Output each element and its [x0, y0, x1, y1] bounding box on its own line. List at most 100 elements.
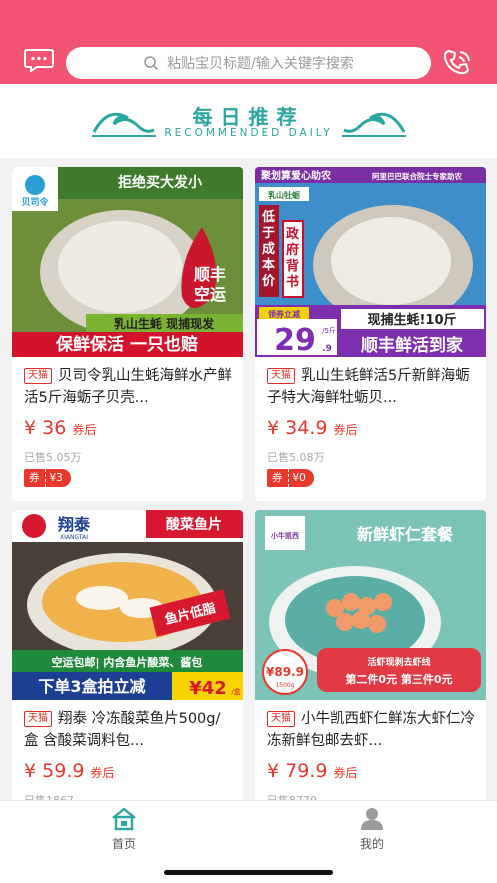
coupon-value: ¥3: [44, 469, 71, 487]
product-image[interactable]: 小牛凯西 新鲜虾仁套餐 ¥89.9 1500g 活虾现剥去虾线 第二件0元 第三…: [255, 510, 486, 700]
section-title: 每日推荐: [192, 105, 305, 129]
price-suffix: 券后: [333, 766, 358, 780]
product-card[interactable]: 贝司令 拒绝买大发小 顺丰空运 乳山生蚝 现捕现发 保鲜保活 一只也赔 天猫 贝司…: [12, 167, 243, 501]
image-top-right: 新鲜虾仁套餐: [357, 525, 454, 544]
product-image[interactable]: 贝司令 拒绝买大发小 顺丰空运 乳山生蚝 现捕现发 保鲜保活 一只也赔: [12, 167, 243, 357]
brand-logo-text: 小牛凯西: [270, 531, 299, 540]
side-char: 低: [261, 209, 275, 225]
image-badge: 顺丰空运: [194, 265, 226, 304]
product-title[interactable]: 天猫 贝司令乳山生蚝海鲜水产鲜活5斤海蛎子贝壳...: [24, 365, 234, 409]
image-pill-2: 第二件0元 第三件0元: [345, 672, 452, 686]
image-top-banner: 聚划算爱心助农: [260, 169, 331, 182]
product-title-text: 贝司令乳山生蚝海鲜水产鲜活5斤海蛎子贝壳...: [24, 368, 232, 406]
image-top-right: 阿里巴巴联合院士专家助农: [372, 171, 462, 181]
price-suffix: 券后: [72, 423, 97, 437]
stamp-char: 书: [286, 274, 299, 290]
badge-line: 顺丰: [194, 265, 226, 284]
tmall-tag: 天猫: [267, 711, 295, 727]
price-value: 34.9: [285, 417, 328, 439]
brand-logo-en: XIANGTAI: [60, 534, 88, 541]
image-price-tag: ¥42: [189, 678, 227, 699]
badge-line: 空运: [194, 285, 226, 304]
brand-logo-text: 翔泰: [57, 515, 91, 534]
tmall-tag: 天猫: [267, 368, 295, 384]
top-bar: 粘贴宝贝标题/输入关键字搜索: [0, 0, 497, 84]
image-strip: 空运包邮| 内含鱼片酸菜、酱包: [52, 655, 203, 669]
product-card[interactable]: 翔泰 XIANGTAI 酸菜鱼片 鱼片低脂 空运包邮| 内含鱼片酸菜、酱包 下单…: [12, 510, 243, 802]
search-placeholder: 粘贴宝贝标题/输入关键字搜索: [167, 56, 354, 72]
price-symbol: ¥: [24, 417, 37, 439]
tab-home-label: 首页: [111, 837, 136, 851]
coupon-label: 券: [267, 469, 288, 487]
section-subtitle: RECOMMENDED DAILY: [164, 127, 333, 139]
side-char: 于: [262, 226, 275, 241]
tab-mine-label: 我的: [359, 837, 384, 851]
product-title-text: 小牛凯西虾仁鲜冻大虾仁冷冻新鲜包邮去虾...: [267, 711, 475, 749]
stamp-char: 政: [286, 226, 300, 242]
coupon-badge[interactable]: 券 ¥3: [24, 469, 71, 487]
image-label: 乳山生蚝 现捕现发: [114, 316, 215, 331]
stamp-char: 府: [286, 242, 299, 258]
sold-count: 已售5.08万: [267, 451, 325, 464]
image-unit: /5斤: [322, 326, 336, 335]
product-price: ¥ 79.9 券后: [267, 760, 357, 782]
tab-mine[interactable]: 我的: [332, 807, 412, 852]
image-top-right: 酸菜鱼片: [166, 516, 222, 533]
product-price: ¥ 34.9 券后: [267, 417, 357, 439]
side-char: 本: [262, 257, 275, 273]
tab-home[interactable]: 首页: [84, 807, 164, 852]
sold-count: 已售5.05万: [24, 451, 82, 464]
price-symbol: ¥: [267, 760, 280, 782]
product-title-text: 翔泰 冷冻酸菜鱼片500g/盒 含酸菜调料包...: [24, 711, 221, 749]
coupon-value: ¥0: [287, 469, 314, 487]
image-price-badge-sub: 1500g: [275, 682, 294, 689]
image-big-price: 29: [274, 323, 316, 357]
image-slogan: 现捕生蚝!10斤: [367, 312, 456, 328]
price-suffix: 券后: [333, 423, 358, 437]
home-icon: [112, 807, 136, 831]
image-big-price-dec: .9: [322, 344, 332, 354]
image-top-banner: 拒绝买大发小: [118, 174, 202, 191]
product-price: ¥ 36 券后: [24, 417, 96, 439]
chat-bubble-icon[interactable]: [24, 48, 54, 72]
product-card[interactable]: 小牛凯西 新鲜虾仁套餐 ¥89.9 1500g 活虾现剥去虾线 第二件0元 第三…: [255, 510, 486, 802]
price-value: 79.9: [285, 760, 328, 782]
image-pill-1: 活虾现剥去虾线: [367, 656, 430, 668]
side-char: 成: [262, 241, 275, 257]
side-char: 价: [262, 274, 276, 289]
daily-recommended-header: 每日推荐 RECOMMENDED DAILY: [0, 84, 497, 158]
tmall-tag: 天猫: [24, 368, 52, 384]
search-input[interactable]: 粘贴宝贝标题/输入关键字搜索: [66, 47, 431, 79]
tmall-tag: 天猫: [24, 711, 52, 727]
product-card[interactable]: 聚划算爱心助农 阿里巴巴联合院士专家助农 乳山牡蛎 低于成本价 政府背书 领券立…: [255, 167, 486, 501]
home-indicator: [164, 870, 333, 875]
search-icon: [144, 56, 159, 71]
price-value: 36: [42, 417, 67, 439]
product-title[interactable]: 天猫 翔泰 冷冻酸菜鱼片500g/盒 含酸菜调料包...: [24, 708, 234, 752]
customer-service-icon[interactable]: [443, 47, 473, 77]
product-title[interactable]: 天猫 小牛凯西虾仁鲜冻大虾仁冷冻新鲜包邮去虾...: [267, 708, 477, 752]
product-image[interactable]: 聚划算爱心助农 阿里巴巴联合院士专家助农 乳山牡蛎 低于成本价 政府背书 领券立…: [255, 167, 486, 357]
product-title[interactable]: 天猫 乳山生蚝鲜活5斤新鲜海蛎子特大海鲜牡蛎贝...: [267, 365, 477, 409]
product-price: ¥ 59.9 券后: [24, 760, 114, 782]
image-price-unit: /盒: [231, 687, 240, 696]
price-suffix: 券后: [90, 766, 115, 780]
price-value: 59.9: [42, 760, 85, 782]
coupon-badge[interactable]: 券 ¥0: [267, 469, 314, 487]
user-icon: [361, 808, 383, 830]
brand-logo-text: 贝司令: [21, 196, 49, 208]
price-symbol: ¥: [267, 417, 280, 439]
wave-decoration-icon: [342, 112, 406, 137]
image-bottom-banner: 保鲜保活 一只也赔: [55, 334, 198, 355]
stamp-char: 背: [286, 258, 299, 274]
product-image[interactable]: 翔泰 XIANGTAI 酸菜鱼片 鱼片低脂 空运包邮| 内含鱼片酸菜、酱包 下单…: [12, 510, 243, 700]
coupon-label: 券: [24, 469, 45, 487]
image-price-badge: ¥89.9: [266, 665, 304, 679]
price-symbol: ¥: [24, 760, 37, 782]
brand-logo-text: 乳山牡蛎: [268, 190, 300, 200]
image-side-text: 低于成本价: [261, 209, 276, 289]
coupon-flag: 领券立减: [268, 309, 300, 319]
image-bottom-banner: 下单3盒拍立减: [38, 677, 145, 696]
image-bottom-banner: 顺丰鲜活到家: [361, 335, 463, 356]
product-title-text: 乳山生蚝鲜活5斤新鲜海蛎子特大海鲜牡蛎贝...: [267, 368, 470, 406]
